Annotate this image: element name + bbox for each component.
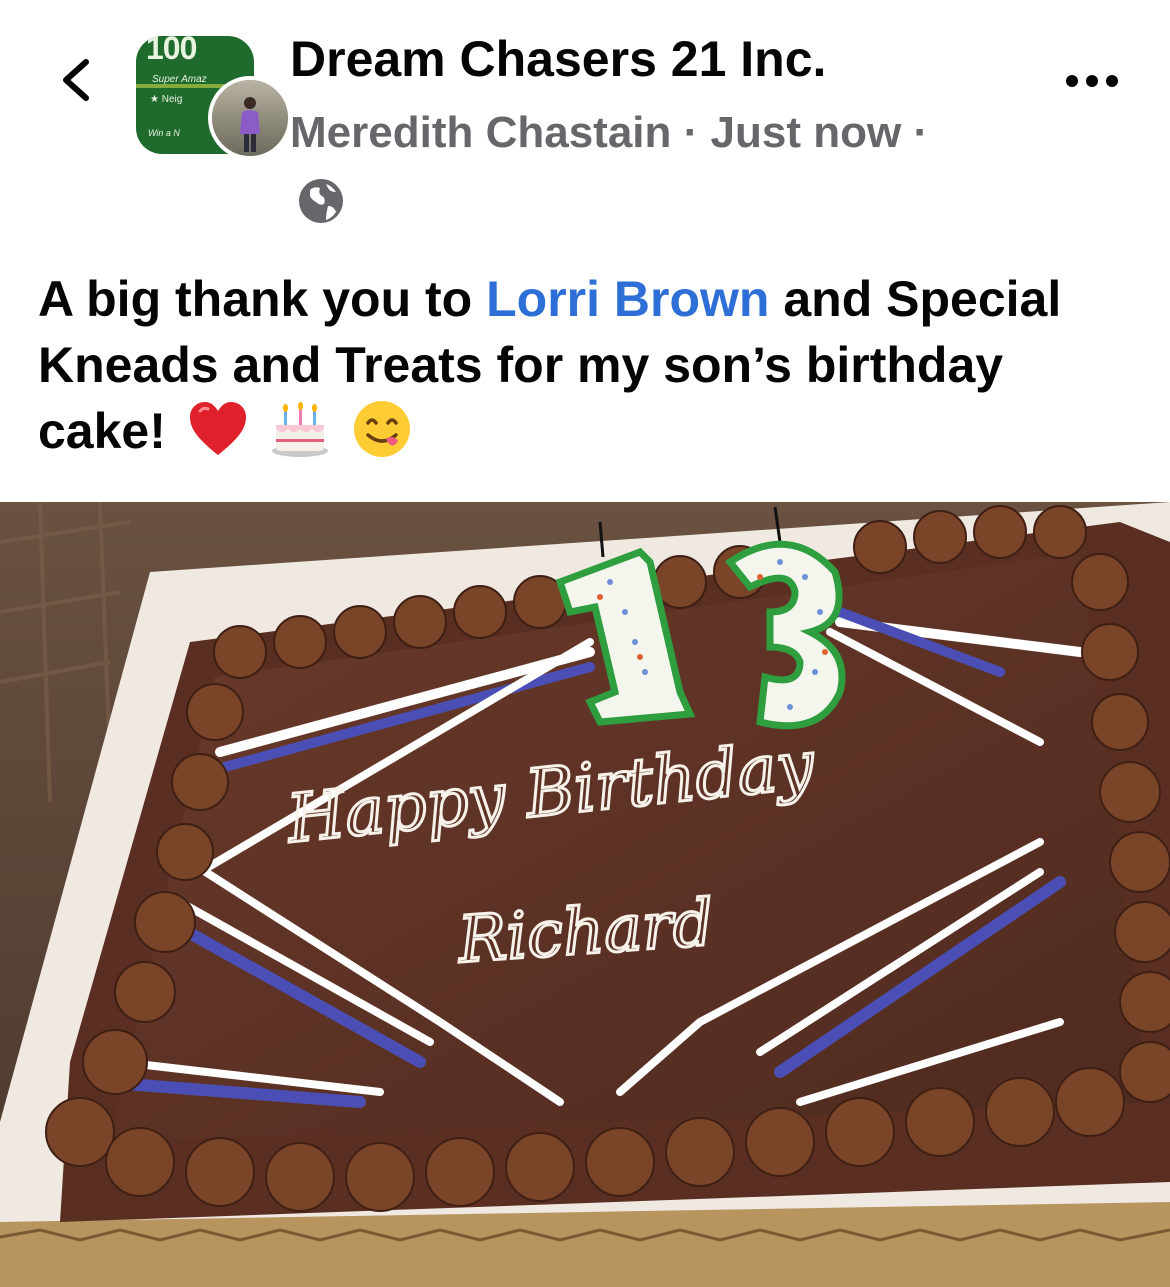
more-dot (1086, 75, 1098, 87)
chevron-left-icon (63, 59, 89, 101)
meta-separator: · (683, 108, 699, 157)
group-avatar-line3: Win a N (148, 128, 180, 138)
mention-link[interactable]: Lorri Brown (486, 271, 769, 327)
group-name[interactable]: Dream Chasers 21 Inc. (290, 30, 826, 88)
post-text: A big thank you to Lorri Brown and Speci… (38, 266, 1138, 465)
group-avatar-line1: Super Amaz (152, 74, 207, 85)
more-dot (1106, 75, 1118, 87)
author-avatar[interactable] (208, 76, 292, 160)
globe-icon (299, 179, 343, 224)
back-button[interactable] (48, 52, 104, 108)
post-time[interactable]: Just now (711, 108, 902, 157)
group-avatar-number: 100 (146, 36, 197, 66)
group-avatar[interactable]: 100 Super Amaz ★ Neig Win a N (136, 36, 292, 160)
author-name[interactable]: Meredith Chastain (290, 108, 671, 157)
red-heart-emoji (189, 401, 246, 455)
post-photo[interactable]: Happy Birthday Richard (0, 502, 1170, 1287)
person-silhouette-icon (240, 97, 260, 152)
group-avatar-line2: ★ Neig (150, 94, 183, 105)
more-options-button[interactable] (1066, 66, 1126, 96)
more-dot (1066, 75, 1078, 87)
meta-separator-2: · (913, 108, 929, 157)
birthday-cake-emoji (271, 401, 328, 457)
post-meta: Meredith Chastain · Just now · (290, 98, 950, 238)
post-text-before: A big thank you to (38, 271, 487, 327)
cake-photo-graphic: Happy Birthday Richard (0, 502, 1170, 1287)
post-header: 100 Super Amaz ★ Neig Win a N Dream Chas… (0, 0, 1170, 240)
face-savoring-food-emoji (353, 400, 410, 457)
